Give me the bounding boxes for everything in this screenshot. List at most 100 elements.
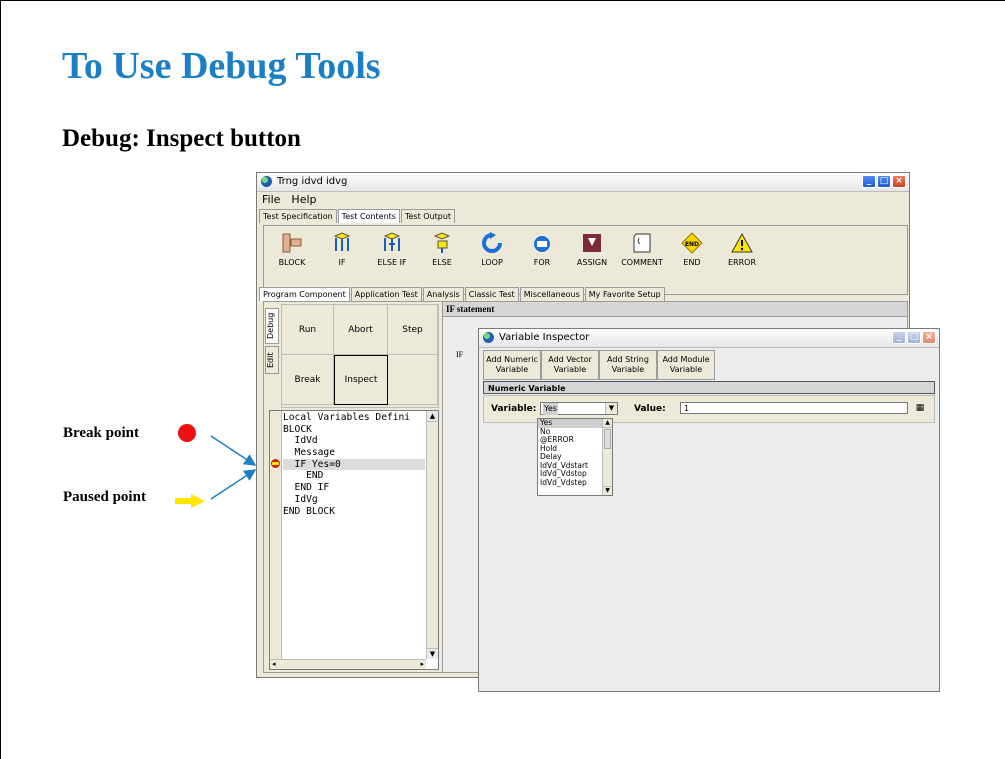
tool-else-label: ELSE bbox=[432, 258, 452, 267]
side-tab-edit[interactable]: Edit bbox=[265, 346, 279, 374]
tool-error[interactable]: ERROR bbox=[717, 232, 767, 267]
dropdown-option[interactable]: IdVd_Vdstep bbox=[538, 478, 612, 488]
menu-file[interactable]: File bbox=[262, 193, 280, 206]
if-statement-header: IF statement bbox=[443, 302, 907, 317]
scroll-down-icon[interactable]: ▼ bbox=[603, 486, 612, 495]
tool-if-label: IF bbox=[338, 258, 346, 267]
tab-miscellaneous[interactable]: Miscellaneous bbox=[519, 287, 584, 301]
tab-classic-test[interactable]: Classic Test bbox=[464, 287, 519, 301]
tool-if[interactable]: IF bbox=[317, 232, 367, 267]
maximize-icon[interactable]: □ bbox=[877, 175, 891, 188]
variable-selected-value: Yes bbox=[543, 403, 558, 415]
code-horizontal-scrollbar[interactable]: ◂ ▸ bbox=[270, 659, 426, 669]
btn-line: Variable bbox=[669, 365, 703, 374]
block-icon bbox=[282, 233, 302, 253]
dropdown-scrollbar[interactable]: ▲ ▼ bbox=[602, 419, 612, 495]
code-line[interactable]: Local Variables Defini bbox=[283, 412, 425, 424]
value-label: Value: bbox=[634, 404, 666, 414]
tab-program-component[interactable]: Program Component bbox=[259, 287, 350, 301]
btn-line: Add Vector bbox=[548, 355, 592, 364]
scroll-right-icon[interactable]: ▸ bbox=[420, 660, 424, 668]
code-line[interactable]: END bbox=[283, 470, 425, 482]
tool-for[interactable]: FOR bbox=[517, 232, 567, 267]
side-tab-debug[interactable]: Debug bbox=[265, 308, 279, 344]
tool-else[interactable]: ELSE bbox=[417, 232, 467, 267]
code-line[interactable]: IdVd bbox=[283, 435, 425, 447]
tab-test-specification[interactable]: Test Specification bbox=[259, 209, 337, 223]
scroll-left-icon[interactable]: ◂ bbox=[272, 660, 276, 668]
run-button[interactable]: Run bbox=[282, 305, 334, 355]
loop-icon bbox=[482, 232, 502, 253]
scroll-down-icon[interactable]: ▼ bbox=[427, 648, 438, 659]
breakpoint-gutter[interactable] bbox=[270, 411, 282, 661]
main-tabs: Test Specification Test Contents Test Ou… bbox=[259, 209, 456, 223]
menu-bar: File Help bbox=[257, 192, 909, 208]
for-icon bbox=[534, 236, 550, 252]
inspector-titlebar[interactable]: Variable Inspector _ □ × bbox=[479, 329, 939, 348]
minimize-icon[interactable]: _ bbox=[862, 175, 876, 188]
maximize-icon[interactable]: □ bbox=[907, 331, 921, 344]
tab-test-contents[interactable]: Test Contents bbox=[337, 209, 400, 223]
code-line[interactable]: END BLOCK bbox=[283, 506, 425, 518]
code-line-paused[interactable]: IF Yes=0 bbox=[283, 458, 425, 471]
tab-my-favorite-setup[interactable]: My Favorite Setup bbox=[584, 287, 665, 301]
variable-inspector-window: Variable Inspector _ □ × Add Numeric Vari… bbox=[478, 328, 940, 692]
code-vertical-scrollbar[interactable]: ▲ ▼ bbox=[426, 411, 438, 659]
scroll-thumb[interactable] bbox=[604, 429, 611, 449]
tool-end-label: END bbox=[683, 258, 701, 267]
code-view[interactable]: Local Variables Defini BLOCK IdVd Messag… bbox=[269, 410, 439, 670]
add-vector-variable-button[interactable]: Add Vector Variable bbox=[541, 350, 599, 380]
tool-block[interactable]: BLOCK bbox=[267, 232, 317, 267]
inspector-globe-icon bbox=[483, 332, 494, 343]
add-variable-buttons: Add Numeric Variable Add Vector Variable A… bbox=[483, 350, 715, 380]
tool-assign-label: ASSIGN bbox=[576, 258, 608, 267]
main-window-title: Trng idvd idvg bbox=[277, 176, 348, 187]
debug-buttons: Run Abort Step Break Inspect bbox=[281, 304, 439, 408]
break-button[interactable]: Break bbox=[282, 355, 334, 405]
tool-for-label: FOR bbox=[533, 258, 551, 267]
tool-end[interactable]: END END bbox=[667, 232, 717, 267]
tab-test-output[interactable]: Test Output bbox=[400, 209, 456, 223]
add-string-variable-button[interactable]: Add String Variable bbox=[599, 350, 657, 380]
chevron-down-icon[interactable]: ▼ bbox=[605, 403, 617, 414]
abort-button[interactable]: Abort bbox=[334, 305, 388, 355]
component-tabs: Program Component Application Test Analy… bbox=[259, 287, 666, 301]
value-field[interactable]: 1 bbox=[680, 402, 908, 414]
tool-else-if-label: ELSE IF bbox=[377, 258, 407, 267]
tab-analysis[interactable]: Analysis bbox=[422, 287, 464, 301]
btn-line: Variable bbox=[553, 365, 587, 374]
else-icon bbox=[433, 232, 451, 253]
variable-dropdown-list[interactable]: Yes No @ERROR Hold Delay IdVd_Vdstart Id… bbox=[537, 418, 613, 496]
tab-application-test[interactable]: Application Test bbox=[350, 287, 422, 301]
add-module-variable-button[interactable]: Add Module Variable bbox=[657, 350, 715, 380]
inspector-title: Variable Inspector bbox=[499, 332, 590, 343]
main-titlebar[interactable]: Trng idvd idvg _ □ × bbox=[257, 173, 909, 192]
tool-loop[interactable]: LOOP bbox=[467, 232, 517, 267]
scroll-up-icon[interactable]: ▲ bbox=[603, 419, 612, 428]
minimize-icon[interactable]: _ bbox=[892, 331, 906, 344]
component-toolbar: BLOCK IF ELSE IF ELSE LOOP FOR ASSIGN CO… bbox=[263, 225, 908, 295]
tool-assign[interactable]: ASSIGN bbox=[567, 232, 617, 267]
code-line[interactable]: IdVg bbox=[283, 494, 425, 506]
tool-block-label: BLOCK bbox=[278, 258, 306, 267]
menu-help[interactable]: Help bbox=[291, 193, 316, 206]
close-icon[interactable]: × bbox=[892, 175, 906, 188]
empty-debug-cell bbox=[388, 355, 438, 405]
add-numeric-variable-button[interactable]: Add Numeric Variable bbox=[483, 350, 541, 380]
debug-pane: Debug Edit Run Abort Step Break Inspect … bbox=[263, 301, 443, 673]
inspect-button[interactable]: Inspect bbox=[334, 355, 388, 405]
close-icon[interactable]: × bbox=[922, 331, 936, 344]
tool-else-if[interactable]: ELSE IF bbox=[367, 232, 417, 267]
code-line[interactable]: END IF bbox=[283, 482, 425, 494]
tool-comment[interactable]: COMMENT bbox=[617, 232, 667, 267]
step-button[interactable]: Step bbox=[388, 305, 438, 355]
paused-marker-icon bbox=[271, 459, 280, 468]
variable-select[interactable]: Yes ▼ bbox=[540, 402, 618, 415]
if-label: IF bbox=[456, 350, 464, 359]
comment-icon bbox=[633, 233, 651, 253]
btn-line: Add Numeric bbox=[486, 355, 538, 364]
scroll-up-icon[interactable]: ▲ bbox=[427, 411, 438, 422]
code-line[interactable]: Message bbox=[283, 447, 425, 459]
calculator-icon[interactable]: ▦ bbox=[914, 402, 926, 414]
code-line[interactable]: BLOCK bbox=[283, 424, 425, 436]
